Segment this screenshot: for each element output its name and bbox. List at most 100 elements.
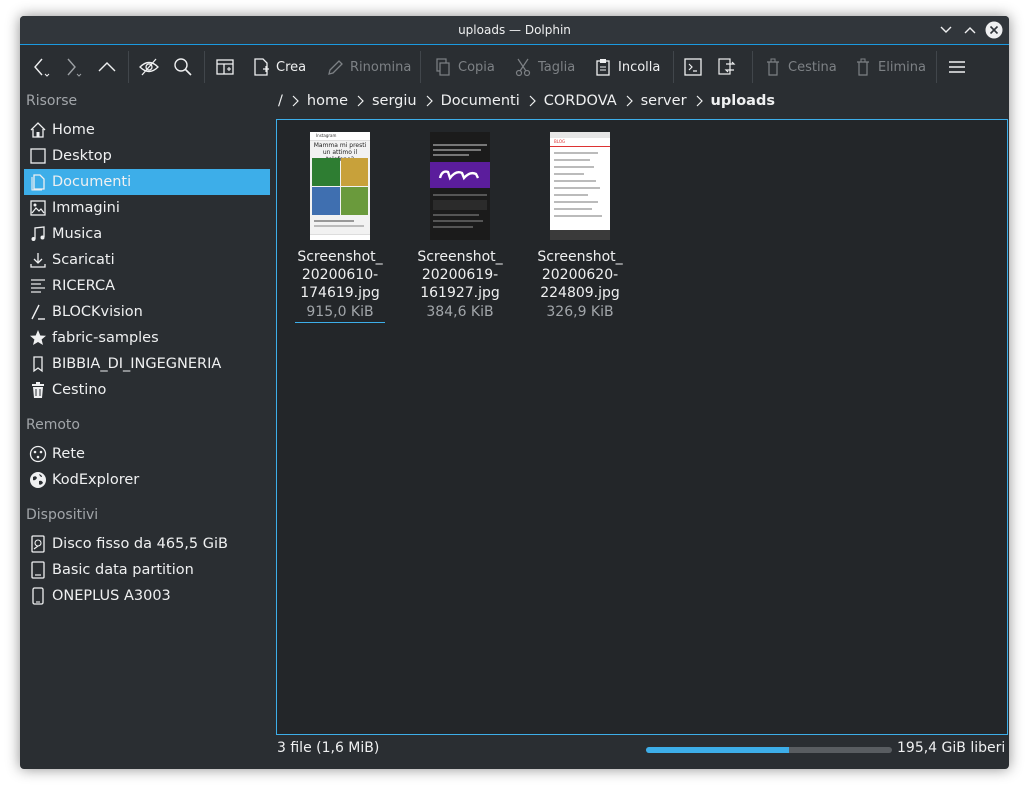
create-label: Crea	[276, 59, 307, 75]
chevron-right-icon[interactable]	[528, 95, 536, 107]
rename-button[interactable]: Rinomina	[326, 53, 411, 81]
free-space-text: 195,4 GiB liberi	[897, 740, 1006, 756]
device-harddisk[interactable]: Disco fisso da 465,5 GiB	[24, 531, 270, 557]
clipboard-icon	[596, 59, 610, 76]
place-label: Documenti	[52, 174, 132, 190]
create-button[interactable]: Crea	[252, 53, 306, 81]
place-home[interactable]: Home	[24, 117, 270, 143]
place-downloads[interactable]: Scaricati	[24, 247, 270, 273]
file-name-line: Screenshot_	[417, 249, 503, 265]
back-button[interactable]	[30, 53, 52, 81]
forward-button[interactable]	[62, 53, 84, 81]
breadcrumb-server[interactable]: server	[641, 93, 687, 109]
breadcrumb-current[interactable]: uploads	[711, 93, 775, 109]
place-bibbia[interactable]: BIBBIA_DI_INGEGNERIA	[24, 351, 270, 377]
file-view[interactable]: Instagram Mamma mi presti un attimo il t…	[276, 119, 1008, 735]
delete-icon	[857, 58, 869, 76]
thumb-text-line	[554, 194, 588, 196]
copy-button[interactable]: Copia	[434, 53, 495, 81]
file-item[interactable]: Instagram Mamma mi presti un attimo il t…	[285, 128, 395, 323]
place-ricerca[interactable]: RICERCA	[24, 273, 270, 299]
thumb-text-line	[433, 154, 469, 156]
titlebar: uploads — Dolphin	[20, 16, 1009, 44]
thumb-site-header: BLOG	[550, 138, 610, 147]
delete-button[interactable]: Elimina	[854, 53, 926, 81]
thumb-text-line	[433, 214, 479, 216]
thumb-text-line	[554, 159, 590, 161]
compare-button[interactable]	[716, 53, 738, 81]
breadcrumb: / home sergiu Documenti CORDOVA server u…	[278, 90, 783, 112]
file-name: Screenshot_ 20200619- 161927.jpg	[405, 248, 515, 302]
cut-label: Taglia	[538, 59, 576, 75]
up-button[interactable]	[96, 53, 118, 81]
place-fabric-samples[interactable]: fabric-samples	[24, 325, 270, 351]
breadcrumb-cordova[interactable]: CORDOVA	[544, 93, 617, 109]
toolbar-separator	[673, 51, 674, 83]
thumb-image-cell	[341, 187, 368, 215]
maximize-button[interactable]	[959, 16, 981, 44]
device-partition[interactable]: Basic data partition	[24, 557, 270, 583]
chevron-right-icon[interactable]	[625, 95, 633, 107]
close-button[interactable]	[983, 16, 1005, 44]
network-icon	[28, 444, 48, 464]
delete-label: Elimina	[878, 59, 926, 75]
place-network[interactable]: Rete	[24, 441, 270, 467]
split-view-button[interactable]	[214, 53, 236, 81]
free-space-bar[interactable]	[646, 747, 892, 753]
device-phone[interactable]: ONEPLUS A3003	[24, 583, 270, 609]
file-name: Screenshot_ 20200620- 224809.jpg	[525, 248, 635, 302]
main-toolbar: Crea Rinomina Copia Taglia Incolla Cesti…	[20, 44, 1009, 89]
file-name-line: Screenshot_	[297, 249, 383, 265]
minimize-button[interactable]	[935, 16, 957, 44]
file-thumbnail: Instagram Mamma mi presti un attimo il t…	[310, 132, 370, 240]
thumb-footer	[550, 230, 610, 240]
file-name-line: 174619.jpg	[300, 285, 380, 301]
thumb-text-line	[554, 201, 598, 203]
places-panel: Risorse Home Desktop Documenti Immagini …	[20, 88, 276, 769]
cut-button[interactable]: Taglia	[514, 53, 575, 81]
paste-button[interactable]: Incolla	[594, 53, 660, 81]
trash-button[interactable]: Cestina	[764, 53, 837, 81]
remote-header: Remoto	[26, 417, 80, 433]
breadcrumb-home[interactable]: home	[307, 93, 348, 109]
place-pictures[interactable]: Immagini	[24, 195, 270, 221]
place-label: Cestino	[52, 382, 107, 398]
breadcrumb-sergiu[interactable]: sergiu	[372, 93, 417, 109]
chevron-right-icon[interactable]	[425, 95, 433, 107]
free-space-fill	[646, 747, 789, 753]
breadcrumb-documenti[interactable]: Documenti	[441, 93, 520, 109]
trash-label: Cestina	[788, 59, 837, 75]
terminal-button[interactable]	[682, 53, 704, 81]
file-item[interactable]: BLOG Screenshot_ 20200620- 224809.jpg 32…	[525, 128, 635, 322]
place-desktop[interactable]: Desktop	[24, 143, 270, 169]
place-documents[interactable]: Documenti	[24, 169, 270, 195]
documents-icon	[28, 172, 48, 192]
list-icon	[28, 276, 48, 296]
desktop-icon	[28, 146, 48, 166]
thumb-image-cell	[312, 158, 340, 186]
file-name-line: Screenshot_	[537, 249, 623, 265]
place-music[interactable]: Musica	[24, 221, 270, 247]
harddisk-icon	[28, 534, 48, 554]
hamburger-menu-button[interactable]	[946, 53, 968, 81]
toggle-hidden-button[interactable]	[138, 53, 160, 81]
place-kodexplorer[interactable]: KodExplorer	[24, 467, 270, 493]
chevron-right-icon[interactable]	[291, 95, 299, 107]
place-trash[interactable]: Cestino	[24, 377, 270, 403]
chevron-up-icon	[98, 62, 116, 72]
chevron-right-icon[interactable]	[695, 95, 703, 107]
breadcrumb-root[interactable]: /	[278, 93, 283, 109]
bookmark-icon	[28, 354, 48, 374]
forward-arrow-icon	[67, 58, 82, 77]
thumb-text-line	[433, 149, 481, 151]
file-size: 384,6 KiB	[426, 304, 494, 320]
thumb-text-line	[314, 220, 354, 222]
chevron-up-icon	[964, 27, 976, 34]
file-item[interactable]: Screenshot_ 20200619- 161927.jpg 384,6 K…	[405, 128, 515, 322]
place-blockvision[interactable]: BLOCKvision	[24, 299, 270, 325]
file-name-line: 161927.jpg	[420, 285, 500, 301]
file-name-line: 20200610-	[301, 267, 379, 283]
thumb-text-line	[554, 180, 596, 182]
search-button[interactable]	[172, 53, 194, 81]
chevron-right-icon[interactable]	[356, 95, 364, 107]
